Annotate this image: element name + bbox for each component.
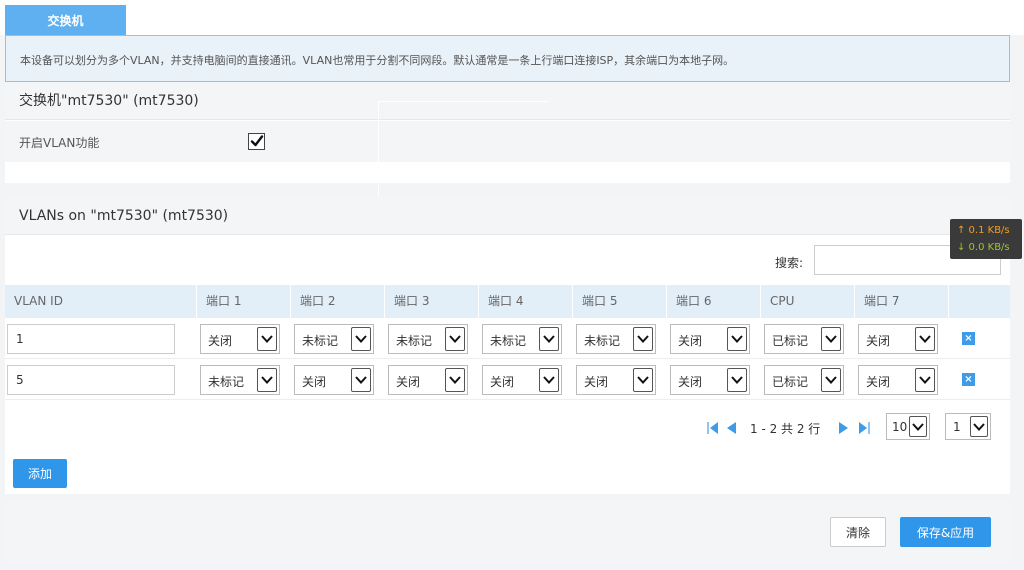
delete-row-icon[interactable]: × [962, 332, 975, 345]
save-apply-button[interactable]: 保存&应用 [900, 517, 991, 547]
next-page-icon[interactable] [838, 421, 849, 435]
col-port-6: 端口 6 [667, 285, 761, 318]
chevron-down-icon [633, 327, 653, 351]
port-4-select[interactable]: 关闭 [482, 365, 562, 395]
chevron-down-icon [539, 327, 559, 351]
chevron-down-icon [257, 327, 277, 351]
col-cpu: CPU [761, 285, 855, 318]
vlan-table-header: VLAN ID 端口 1 端口 2 端口 3 端口 4 端口 5 端口 6 CP… [5, 285, 1010, 318]
upload-speed: ↑ 0.1 KB/s [957, 225, 1010, 236]
port-3-select[interactable]: 关闭 [388, 365, 468, 395]
chevron-down-icon [445, 327, 465, 351]
enable-vlan-row: 开启VLAN功能 [5, 121, 1010, 162]
port-5-select[interactable]: 未标记 [576, 324, 656, 354]
port-2-select[interactable]: 关闭 [294, 365, 374, 395]
vlan-id-input[interactable] [7, 324, 175, 354]
chevron-down-icon [257, 368, 277, 392]
pager-text: 1 - 2 共 2 行 [750, 422, 821, 436]
port-4-select[interactable]: 未标记 [482, 324, 562, 354]
search-label: 搜索: [775, 256, 804, 270]
port-7-select[interactable]: 关闭 [858, 365, 938, 395]
speed-widget: ↑ 0.1 KB/s ↓ 0.0 KB/s [950, 219, 1022, 259]
chevron-down-icon [909, 416, 927, 437]
port-5-select[interactable]: 关闭 [576, 365, 656, 395]
chevron-down-icon [727, 368, 747, 392]
col-port-2: 端口 2 [291, 285, 385, 318]
port-6-select[interactable]: 关闭 [670, 324, 750, 354]
vlan-id-input[interactable] [7, 365, 175, 395]
port-1-select[interactable]: 未标记 [200, 365, 280, 395]
chevron-down-icon [351, 327, 371, 351]
port-2-select[interactable]: 未标记 [294, 324, 374, 354]
chevron-down-icon [539, 368, 559, 392]
col-vlan-id: VLAN ID [5, 285, 197, 318]
table-row: 未标记 关闭 关闭 关闭 关闭 关闭 已标记 关闭 × [5, 359, 1010, 400]
download-speed: ↓ 0.0 KB/s [957, 242, 1010, 253]
first-page-icon[interactable] [706, 421, 719, 435]
chevron-down-icon [821, 368, 841, 392]
chevron-down-icon [915, 368, 935, 392]
vlans-panel-title: VLANs on "mt7530" (mt7530) [5, 197, 1010, 235]
info-notice: 本设备可以划分为多个VLAN，并支持电脑间的直接通讯。VLAN也常用于分割不同网… [5, 35, 1010, 82]
col-port-3: 端口 3 [385, 285, 479, 318]
chevron-down-icon [633, 368, 653, 392]
port-6-select[interactable]: 关闭 [670, 365, 750, 395]
checkmark-icon [250, 135, 264, 147]
add-button[interactable]: 添加 [13, 459, 67, 488]
delete-row-icon[interactable]: × [962, 373, 975, 386]
port-1-select[interactable]: 关闭 [200, 324, 280, 354]
clear-button[interactable]: 清除 [830, 517, 886, 547]
cpu-select[interactable]: 已标记 [764, 365, 844, 395]
chevron-down-icon [727, 327, 747, 351]
col-port-5: 端口 5 [573, 285, 667, 318]
footer-bar: 清除 保存&应用 [5, 501, 1010, 563]
chevron-down-icon [351, 368, 371, 392]
page-size-select[interactable]: 10 [886, 413, 930, 440]
page-number-select[interactable]: 1 [945, 413, 991, 440]
chevron-down-icon [970, 416, 988, 437]
cpu-select[interactable]: 已标记 [764, 324, 844, 354]
table-row: 关闭 未标记 未标记 未标记 未标记 关闭 已标记 关闭 × [5, 318, 1010, 359]
port-3-select[interactable]: 未标记 [388, 324, 468, 354]
col-port-1: 端口 1 [197, 285, 291, 318]
col-port-4: 端口 4 [479, 285, 573, 318]
vlans-panel: VLANs on "mt7530" (mt7530) 搜索: VLAN ID 端… [5, 197, 1010, 494]
tab-bar: 交换机 [0, 0, 1024, 35]
tab-switch[interactable]: 交换机 [5, 5, 126, 35]
enable-vlan-label: 开启VLAN功能 [19, 136, 100, 150]
prev-page-icon[interactable] [726, 421, 737, 435]
enable-vlan-checkbox[interactable] [248, 133, 265, 150]
chevron-down-icon [821, 327, 841, 351]
col-port-7: 端口 7 [855, 285, 949, 318]
last-page-icon[interactable] [858, 421, 871, 435]
switch-panel: 交换机"mt7530" (mt7530) 开启VLAN功能 [5, 82, 1010, 183]
switch-panel-title: 交换机"mt7530" (mt7530) [5, 82, 1010, 120]
chevron-down-icon [445, 368, 465, 392]
chevron-down-icon [915, 327, 935, 351]
port-7-select[interactable]: 关闭 [858, 324, 938, 354]
